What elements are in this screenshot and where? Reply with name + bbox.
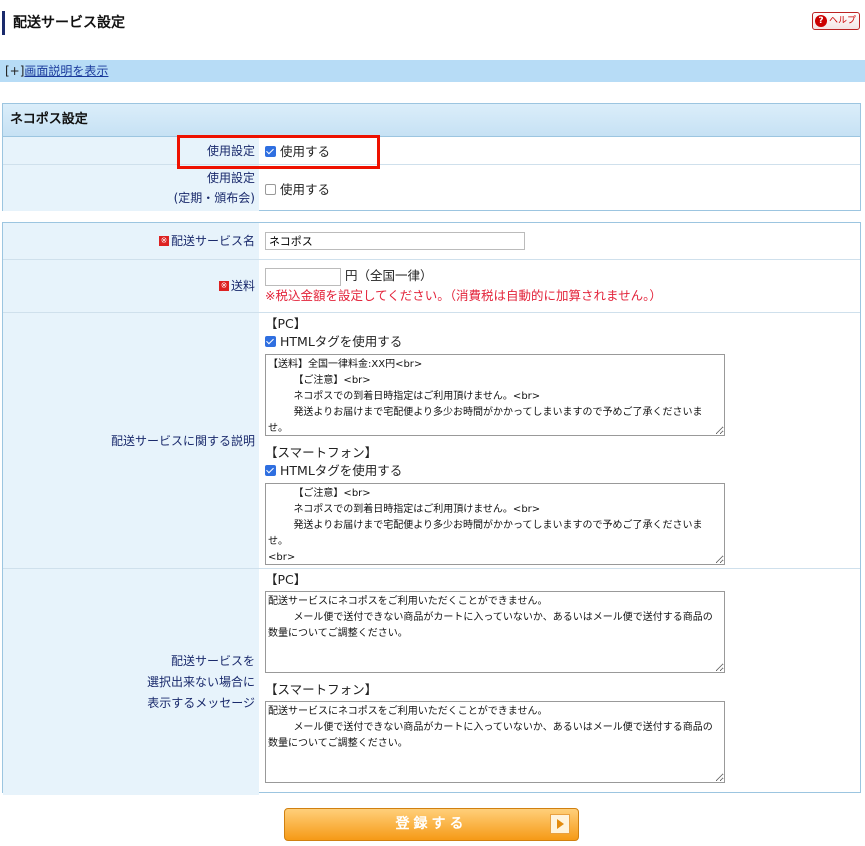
help-label: ヘルプ — [829, 16, 857, 26]
fee-note: ※税込金額を設定してください。（消費税は自動的に加算されません。） — [265, 288, 662, 303]
description-bar: [+]画面説明を表示 — [0, 60, 865, 82]
message-row: 配送サービスを 選択出来ない場合に 表示するメッセージ 【PC】 配送サービスに… — [3, 569, 860, 795]
checkbox-unchecked-icon[interactable] — [265, 183, 276, 195]
checkbox-checked-icon[interactable] — [265, 336, 276, 347]
help-button[interactable]: ? ヘルプ — [812, 12, 860, 30]
sp-html-tag-checkbox[interactable]: HTMLタグを使用する — [265, 462, 860, 480]
service-name-row: ※ 配送サービス名 — [3, 223, 860, 260]
usage-row: 使用設定 使用する — [3, 137, 860, 165]
fee-unit: 円（全国一律） — [344, 268, 433, 283]
expand-toggle[interactable]: [+] — [5, 64, 24, 78]
message-label-line: 選択出来ない場合に — [146, 674, 255, 689]
pc-message-textarea[interactable]: 配送サービスにネコポスをご利用いただくことができません。 メール便で送付できない… — [265, 591, 725, 673]
description-row: 配送サービスに関する説明 【PC】 HTMLタグを使用する 【送料】全国一律料金… — [3, 313, 860, 569]
service-name-label: 配送サービス名 — [170, 234, 255, 248]
pc-html-tag-checkbox[interactable]: HTMLタグを使用する — [265, 333, 860, 351]
usage-subscription-checkbox[interactable]: 使用する — [265, 179, 860, 198]
highlight-box — [177, 135, 380, 169]
fee-row: ※ 送料 円（全国一律） ※税込金額を設定してください。（消費税は自動的に加算され… — [3, 260, 860, 313]
usage-subscription-label: 使用設定 (定期・頒布会) — [3, 165, 259, 211]
usage-subscription-row: 使用設定 (定期・頒布会) 使用する — [3, 165, 860, 211]
required-icon: ※ — [158, 236, 169, 246]
show-description-link[interactable]: 画面説明を表示 — [24, 64, 108, 78]
checkbox-checked-icon[interactable] — [265, 465, 276, 476]
service-name-input[interactable] — [265, 232, 525, 250]
message-label-line: 配送サービスを — [170, 653, 255, 668]
service-section: ※配送サービス名 ※送料 円（全国一律） ※税込金額を設定してください。（消費税… — [2, 222, 861, 795]
usage-section: ネコポス設定 使用設定 使用する 使用設定 (定期・頒布会) 使用する — [2, 103, 861, 211]
sp-message-textarea[interactable]: 配送サービスにネコポスをご利用いただくことができません。 メール便で送付できない… — [265, 701, 725, 783]
message-label-line: 表示するメッセージ — [147, 695, 255, 710]
pc-message-label: 【PC】 — [265, 572, 307, 587]
fee-input[interactable] — [265, 267, 341, 286]
fee-label: 送料 — [230, 279, 255, 293]
sp-label: 【スマートフォン】 — [265, 445, 378, 460]
required-icon: ※ — [218, 281, 229, 291]
pc-description-textarea[interactable]: 【送料】全国一律料金:XX円<br> 【ご注意】<br> ネコポスでの到着日時指… — [265, 354, 725, 436]
description-label: 配送サービスに関する説明 — [110, 433, 255, 448]
arrow-right-icon — [550, 814, 570, 834]
register-button[interactable]: 登録する — [284, 808, 579, 841]
question-icon: ? — [815, 15, 827, 27]
pc-label: 【PC】 — [265, 316, 307, 331]
page-title: 配送サービス設定 — [2, 11, 125, 35]
sp-description-textarea[interactable]: 【ご注意】<br> ネコポスでの到着日時指定はご利用頂けません。<br> 発送よ… — [265, 483, 725, 565]
section-title: ネコポス設定 — [3, 104, 860, 137]
sp-message-label: 【スマートフォン】 — [265, 682, 378, 697]
register-button-label: 登録する — [395, 816, 468, 832]
